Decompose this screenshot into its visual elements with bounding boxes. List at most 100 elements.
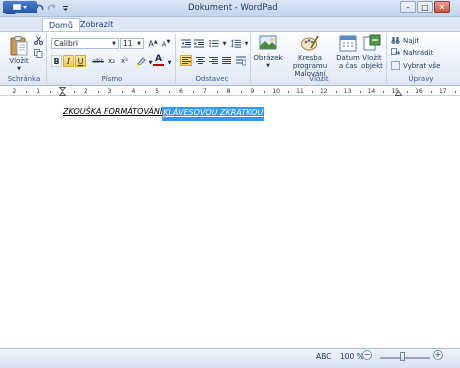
replace-button[interactable]: Nahradit	[391, 48, 433, 57]
ruler-tick	[192, 91, 194, 93]
insert-object-label-1: Vložit	[362, 54, 382, 62]
insert-picture-label: Obrázek	[253, 54, 283, 62]
font-color-button[interactable]: A	[153, 54, 164, 66]
paint-drawing-label-1: Kresba programu	[292, 54, 328, 70]
ruler-tick	[216, 91, 218, 93]
paste-button[interactable]: Vložit ▼	[7, 35, 31, 73]
ruler-number: 16	[415, 88, 423, 95]
underline-button[interactable]: U	[75, 55, 86, 67]
ruler-tick	[97, 91, 99, 93]
font-family-select[interactable]: Calibri ▼	[51, 38, 119, 49]
right-indent-marker[interactable]	[394, 88, 403, 96]
ruler-tick	[359, 91, 361, 93]
zoom-in-button[interactable]: +	[433, 350, 443, 360]
grow-font-button[interactable]: A▲	[147, 38, 159, 49]
maximize-button[interactable]: □	[417, 1, 433, 13]
ruler-tick	[145, 91, 147, 93]
insert-object-button[interactable]: Vložit objekt	[361, 34, 383, 70]
document-text-normal: ZKOUŠKA FORMÁTOVÁNÍ	[63, 107, 163, 116]
object-icon	[363, 34, 381, 51]
scissors-icon[interactable]	[33, 35, 44, 46]
ruler-number: 11	[296, 88, 304, 95]
date-time-label-2: a čas	[338, 62, 358, 70]
ruler-number: 9	[250, 88, 255, 95]
font-size-select[interactable]: 11 ▼	[120, 38, 144, 49]
chevron-down-icon	[23, 5, 27, 9]
chevron-down-icon: ▼	[112, 40, 116, 47]
italic-button[interactable]: I	[63, 55, 74, 67]
date-time-button[interactable]: Datum a čas	[336, 34, 360, 70]
justify-button[interactable]	[220, 55, 232, 66]
superscript-button[interactable]: x²	[119, 55, 130, 66]
ruler-number: 1	[36, 88, 41, 95]
find-label: Najít	[403, 36, 420, 45]
align-right-button[interactable]	[207, 55, 219, 66]
ruler-number: 6	[179, 88, 183, 95]
ruler-tick	[26, 91, 28, 93]
file-menu-button[interactable]	[3, 1, 37, 13]
align-left-button[interactable]	[180, 55, 192, 66]
copy-icon[interactable]	[33, 48, 44, 59]
ruler-tick	[50, 91, 52, 93]
zoom-slider-thumb[interactable]	[400, 352, 405, 361]
clipboard-icon	[10, 36, 28, 56]
group-divider	[46, 34, 47, 84]
close-button[interactable]: ✕	[434, 1, 450, 13]
tab-view[interactable]: Zobrazit	[74, 18, 119, 31]
binoculars-icon	[391, 37, 400, 44]
chevron-down-icon[interactable]: ▼	[164, 57, 175, 68]
replace-label: Nahradit	[403, 48, 434, 57]
zoom-out-button[interactable]: −	[362, 350, 372, 360]
align-center-button[interactable]	[194, 55, 206, 66]
bold-button[interactable]: B	[51, 55, 62, 67]
ruler[interactable]: 2 1 1 2 3 4 5 6 7 8 9 10 11 12 13 14 15 16 17	[0, 87, 460, 96]
find-button[interactable]: Najít	[391, 36, 419, 45]
ruler-tick	[288, 91, 290, 93]
ruler-number: 13	[343, 88, 352, 95]
date-time-label-1: Datum	[336, 54, 360, 62]
zoom-level: 100 %	[340, 352, 364, 361]
shrink-font-button[interactable]: A▼	[160, 38, 172, 49]
paint-drawing-button[interactable]: Kresba programu Malování	[283, 34, 337, 78]
ruler-number: 7	[202, 88, 207, 95]
insert-picture-button[interactable]: Obrázek ▼	[253, 34, 283, 70]
ruler-tick	[169, 91, 171, 93]
select-all-button[interactable]: Vybrat vše	[391, 61, 440, 70]
customize-quick-access-icon[interactable]	[59, 2, 71, 14]
select-all-label: Vybrat vše	[403, 61, 441, 70]
ruler-tick	[430, 91, 432, 93]
increase-indent-button[interactable]	[193, 38, 205, 49]
indent-marker[interactable]	[58, 87, 67, 96]
chevron-down-icon[interactable]: ▼	[219, 38, 230, 49]
ruler-number: 2	[12, 88, 17, 95]
picture-icon	[259, 35, 277, 50]
grow-font-icon: A▲	[148, 38, 158, 49]
strikethrough-button[interactable]: abc	[91, 55, 105, 66]
justify-icon	[221, 57, 231, 64]
ruler-tick	[407, 91, 409, 93]
decrease-indent-button[interactable]	[180, 38, 192, 49]
paint-palette-icon	[301, 35, 319, 51]
paragraph-settings-button[interactable]	[235, 55, 247, 66]
ruler-tick	[264, 91, 266, 93]
ruler-number: 14	[367, 88, 376, 95]
document-text[interactable]: ZKOUŠKA FORMÁTOVÁNÍ KLÁVESOVOU ZKRATKOU	[63, 107, 265, 121]
group-label-paragraph: Odstavec	[195, 75, 229, 83]
group-label-insert: Vložit	[309, 75, 329, 83]
redo-icon[interactable]	[46, 2, 58, 14]
ruler-tick	[383, 91, 385, 93]
subscript-button[interactable]: x₂	[106, 55, 117, 66]
align-right-icon	[208, 57, 218, 64]
group-label-font: Písmo	[101, 75, 123, 83]
document-text-selected: KLÁVESOVOU ZKRATKOU	[162, 107, 265, 121]
document-icon	[13, 4, 21, 10]
group-divider	[250, 34, 251, 84]
ruler-number: 5	[155, 88, 160, 95]
ruler-number: 3	[107, 88, 112, 95]
document-area[interactable]	[0, 97, 460, 348]
chevron-down-icon: ▼	[266, 63, 270, 69]
window-title: Dokument - WordPad	[188, 3, 278, 13]
group-divider	[386, 34, 387, 84]
minimize-button[interactable]: –	[400, 1, 416, 13]
zoom-slider-track[interactable]	[380, 357, 430, 359]
